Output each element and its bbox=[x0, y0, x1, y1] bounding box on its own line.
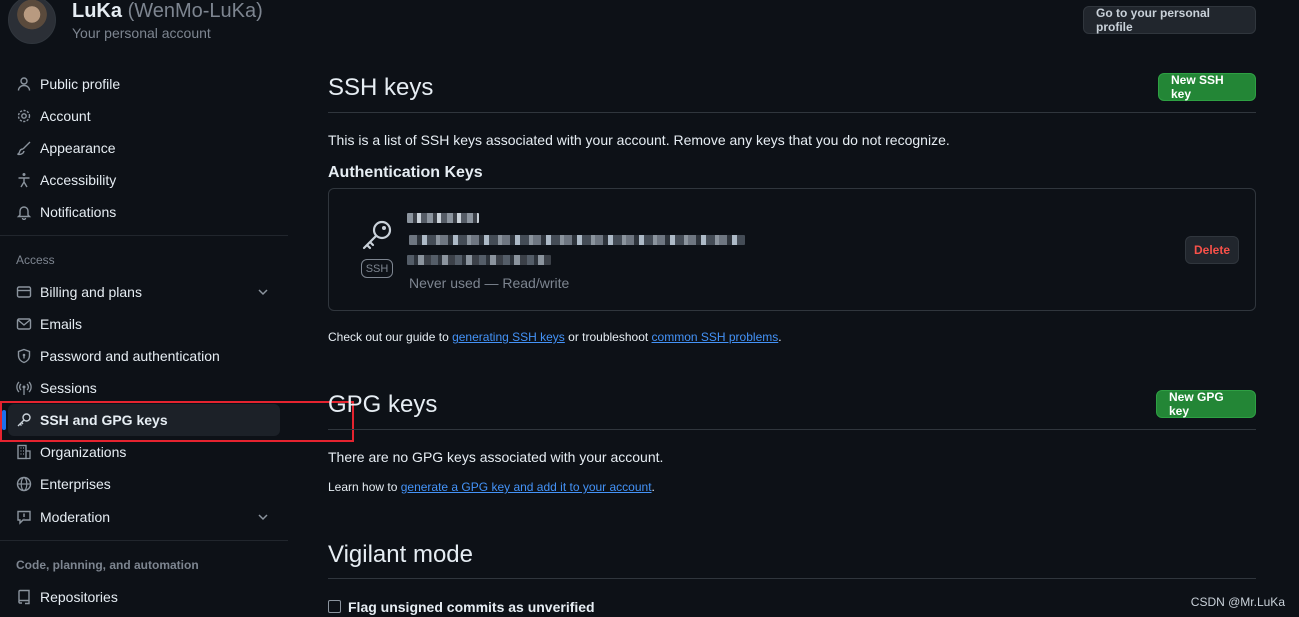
watermark: CSDN @Mr.LuKa bbox=[1190, 595, 1285, 609]
authentication-keys-heading: Authentication Keys bbox=[328, 164, 483, 181]
gear-icon bbox=[16, 108, 32, 124]
sidebar-item-label: Emails bbox=[40, 316, 83, 332]
generating-ssh-keys-link[interactable]: generating SSH keys bbox=[452, 330, 565, 344]
sidebar-item-label: Sessions bbox=[40, 380, 97, 396]
sidebar-item-moderation[interactable]: Moderation bbox=[8, 501, 280, 533]
sidebar-item-emails[interactable]: Emails bbox=[8, 308, 280, 340]
guide-suffix: . bbox=[778, 330, 782, 344]
sidebar-item-label: Password and authentication bbox=[40, 348, 220, 364]
gpg-empty-text: There are no GPG keys associated with yo… bbox=[328, 449, 664, 465]
chevron-down-icon[interactable] bbox=[256, 510, 270, 524]
delete-key-button[interactable]: Delete bbox=[1185, 236, 1239, 264]
sidebar-item-notifications[interactable]: Notifications bbox=[8, 196, 280, 228]
sidebar-group-code: Code, planning, and automation bbox=[16, 558, 199, 572]
section-divider bbox=[328, 429, 1256, 430]
broadcast-icon bbox=[16, 380, 32, 396]
avatar[interactable] bbox=[8, 0, 56, 44]
new-ssh-key-button[interactable]: New SSH key bbox=[1158, 73, 1256, 101]
repo-icon bbox=[16, 589, 32, 605]
profile-name: LuKa (WenMo-LuKa) bbox=[72, 0, 263, 23]
shield-lock-icon bbox=[16, 348, 32, 364]
credit-card-icon bbox=[16, 284, 32, 300]
sidebar-item-label: Organizations bbox=[40, 444, 127, 460]
mail-icon bbox=[16, 316, 32, 332]
sidebar-divider bbox=[0, 235, 288, 236]
guide-middle: or troubleshoot bbox=[564, 330, 652, 344]
new-gpg-key-button[interactable]: New GPG key bbox=[1156, 390, 1256, 418]
accessibility-icon bbox=[16, 172, 32, 188]
guide-prefix: Check out our guide to bbox=[328, 330, 453, 344]
sidebar-item-label: Repositories bbox=[40, 589, 118, 605]
ssh-keys-heading: SSH keys bbox=[328, 74, 434, 101]
sidebar-item-label: Account bbox=[40, 108, 91, 124]
gpg-keys-heading: GPG keys bbox=[328, 391, 438, 418]
ssh-badge: SSH bbox=[361, 259, 393, 278]
learn-suffix: . bbox=[651, 480, 655, 494]
profile-display-name: LuKa bbox=[72, 0, 122, 22]
sidebar-item-password[interactable]: Password and authentication bbox=[8, 340, 280, 372]
sidebar-item-appearance[interactable]: Appearance bbox=[8, 132, 280, 164]
sidebar-item-repositories[interactable]: Repositories bbox=[8, 581, 280, 613]
sidebar-item-label: Enterprises bbox=[40, 476, 111, 492]
sidebar-item-label: Appearance bbox=[40, 140, 116, 156]
profile-login: (WenMo-LuKa) bbox=[127, 0, 263, 22]
flag-unsigned-label[interactable]: Flag unsigned commits as unverified bbox=[348, 599, 595, 615]
sidebar-group-access: Access bbox=[16, 253, 55, 267]
flag-unsigned-checkbox[interactable] bbox=[328, 600, 341, 613]
organization-icon bbox=[16, 444, 32, 460]
sidebar-item-enterprises[interactable]: Enterprises bbox=[8, 468, 280, 500]
chevron-down-icon[interactable] bbox=[256, 285, 270, 299]
sidebar-item-billing[interactable]: Billing and plans bbox=[8, 276, 280, 308]
common-ssh-problems-link[interactable]: common SSH problems bbox=[652, 330, 779, 344]
profile-subtitle: Your personal account bbox=[72, 25, 211, 41]
ssh-guide-text: Check out our guide to generating SSH ke… bbox=[328, 330, 782, 344]
paintbrush-icon bbox=[16, 140, 32, 156]
key-usage-meta: Never used — Read/write bbox=[409, 275, 570, 291]
section-divider bbox=[328, 578, 1256, 579]
sidebar-item-sessions[interactable]: Sessions bbox=[8, 372, 280, 404]
sidebar-divider bbox=[0, 540, 288, 541]
sidebar-item-label: Accessibility bbox=[40, 172, 117, 188]
bell-icon bbox=[16, 204, 32, 220]
sidebar-item-account[interactable]: Account bbox=[8, 100, 280, 132]
sidebar-item-public-profile[interactable]: Public profile bbox=[8, 68, 280, 100]
ssh-key-card: SSH Never used — Read/write Delete bbox=[328, 188, 1256, 311]
go-to-profile-button[interactable]: Go to your personal profile bbox=[1083, 6, 1256, 34]
profile-header: LuKa (WenMo-LuKa) Your personal account bbox=[8, 0, 263, 44]
learn-prefix: Learn how to bbox=[328, 480, 401, 494]
person-icon bbox=[16, 76, 32, 92]
ssh-description: This is a list of SSH keys associated wi… bbox=[328, 132, 950, 148]
sidebar-item-label: Notifications bbox=[40, 204, 117, 220]
sidebar-item-label: Moderation bbox=[40, 509, 111, 525]
generate-gpg-key-link[interactable]: generate a GPG key and add it to your ac… bbox=[401, 480, 652, 494]
sidebar-item-label: Billing and plans bbox=[40, 284, 142, 300]
sidebar-item-label: Public profile bbox=[40, 76, 121, 92]
highlight-box bbox=[0, 401, 354, 442]
sidebar-item-accessibility[interactable]: Accessibility bbox=[8, 164, 280, 196]
gpg-learn-text: Learn how to generate a GPG key and add … bbox=[328, 480, 655, 494]
key-icon bbox=[362, 220, 392, 250]
report-icon bbox=[16, 509, 32, 525]
globe-icon bbox=[16, 476, 32, 492]
vigilant-mode-heading: Vigilant mode bbox=[328, 541, 473, 568]
section-divider bbox=[328, 112, 1256, 113]
